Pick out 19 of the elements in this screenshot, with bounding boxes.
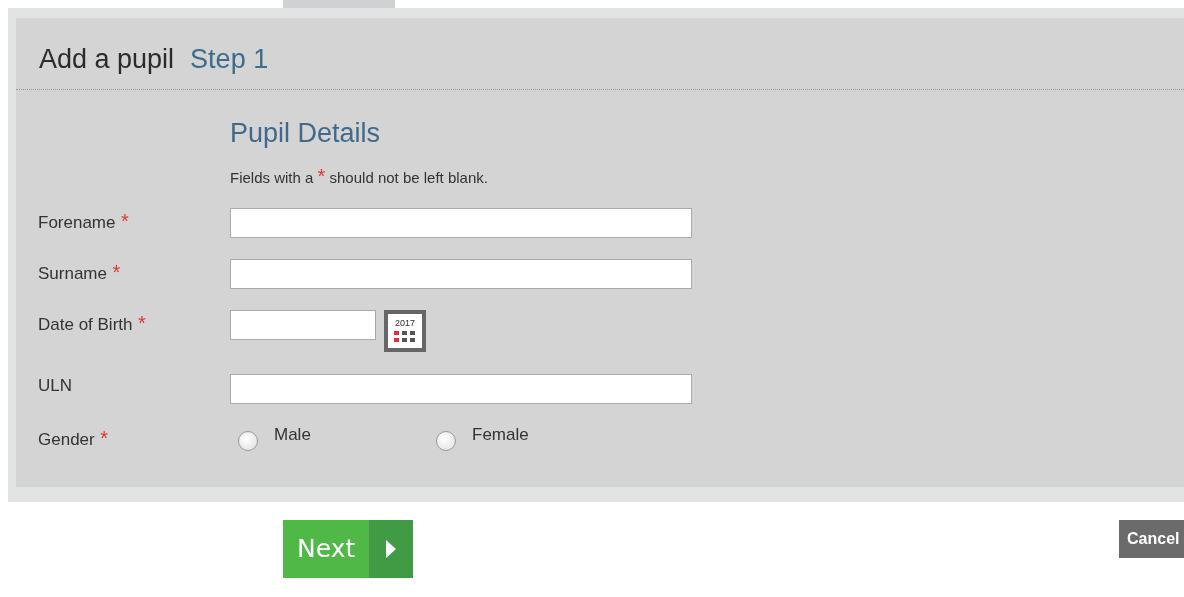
field-label: Gender * xyxy=(38,426,110,451)
radio-label: Male xyxy=(274,425,311,445)
radio-button[interactable] xyxy=(238,431,258,451)
field-label: Forename * xyxy=(38,209,130,234)
section-title: Pupil Details xyxy=(230,118,382,149)
step-label: Step 1 xyxy=(190,44,269,75)
text-field[interactable] xyxy=(230,208,692,238)
cancel-button[interactable]: Cancel xyxy=(1119,520,1184,558)
text-field[interactable] xyxy=(230,259,692,289)
radio-label: Female xyxy=(472,425,529,445)
field-label: Surname * xyxy=(38,260,122,285)
field-label: ULN xyxy=(38,375,73,397)
radio-button[interactable] xyxy=(436,431,456,451)
field-label: Date of Birth * xyxy=(38,311,147,336)
calendar-icon[interactable]: 2017 xyxy=(384,310,426,352)
page-title: Add a pupil xyxy=(39,44,175,75)
required-note: Fields with a * should not be left blank. xyxy=(230,165,489,188)
text-field[interactable] xyxy=(230,374,692,404)
date-field[interactable] xyxy=(230,310,376,340)
